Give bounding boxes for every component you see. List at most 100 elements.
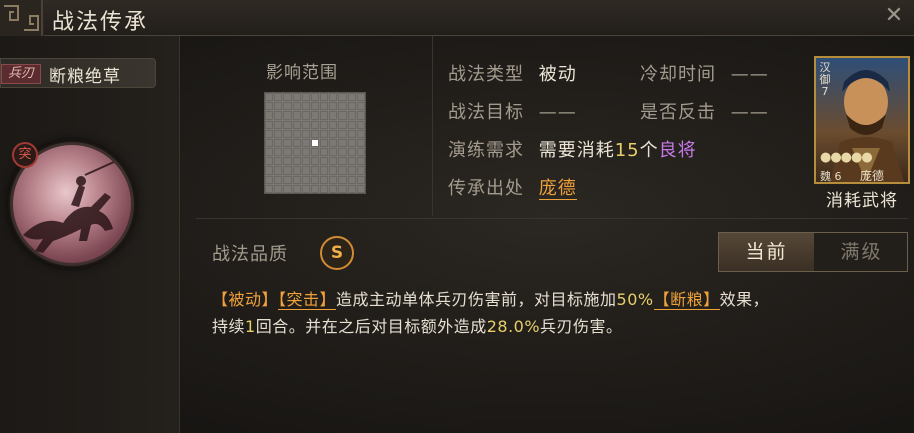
range-cell	[329, 111, 338, 120]
range-cell	[301, 184, 310, 193]
info-row-practice: 演练需求 需要消耗15个良将	[448, 136, 697, 162]
range-cell	[301, 111, 310, 120]
range-cell	[274, 138, 283, 148]
level-toggle: 当前 满级	[718, 232, 908, 272]
range-cell	[265, 111, 274, 120]
range-cell	[347, 102, 356, 111]
range-cell	[320, 157, 329, 166]
divider	[432, 36, 433, 216]
range-cell	[292, 111, 301, 120]
range-cell	[310, 157, 320, 166]
range-cell	[274, 157, 283, 166]
range-cell	[320, 102, 329, 111]
practice-count: 15	[614, 140, 640, 161]
range-cell	[283, 111, 292, 120]
range-cell	[356, 157, 365, 166]
skill-type-tag: 兵刃	[1, 64, 41, 84]
range-cell	[301, 138, 310, 148]
range-cell	[301, 120, 310, 129]
range-cell	[329, 166, 338, 175]
desc-text: 造成主动单体兵刃伤害前，对目标施加	[336, 290, 617, 309]
assault-badge: 突	[12, 142, 38, 168]
desc-tag-assault[interactable]: 【突击】	[278, 290, 337, 310]
range-cell	[329, 175, 338, 184]
hero-faction: 魏	[820, 170, 831, 183]
range-cell	[356, 148, 365, 157]
hero-level-line: 魏 6	[820, 168, 842, 183]
range-cell	[292, 129, 301, 138]
range-cell	[292, 184, 301, 193]
range-cell	[292, 138, 301, 148]
hero-card[interactable]: 汉 御 7 ●●●●● 魏 6 庞德 消耗武将	[814, 56, 910, 211]
range-cell	[292, 148, 301, 157]
quality-grade-badge: S	[320, 236, 354, 270]
divider	[196, 218, 908, 219]
range-cell	[283, 102, 292, 111]
range-cell	[338, 129, 347, 138]
range-cell	[301, 129, 310, 138]
hero-caption: 消耗武将	[826, 191, 898, 211]
close-icon[interactable]: ✕	[880, 2, 908, 30]
info-row-target: 战法目标 ——	[448, 98, 577, 124]
desc-text: 持续	[212, 317, 246, 336]
range-cell	[283, 166, 292, 175]
range-cell	[292, 166, 301, 175]
range-cell	[310, 120, 320, 129]
skill-name-tag: 兵刃 断粮绝草	[0, 58, 156, 88]
range-cell-active	[310, 138, 320, 148]
range-cell	[347, 138, 356, 148]
range-cell	[283, 148, 292, 157]
range-cell	[320, 138, 329, 148]
tab-current[interactable]: 当前	[719, 233, 814, 271]
range-cell	[301, 166, 310, 175]
practice-unit: 个	[639, 140, 659, 161]
range-cell	[265, 148, 274, 157]
skill-type-label: 战法类型	[448, 64, 524, 85]
range-cell	[265, 138, 274, 148]
quality-label: 战法品质	[212, 244, 288, 265]
range-cell	[356, 166, 365, 175]
desc-value: 28.0%	[486, 317, 541, 336]
range-cell	[274, 166, 283, 175]
hero-name: 庞德	[860, 169, 885, 183]
range-cell	[301, 175, 310, 184]
desc-tag-ration[interactable]: 【断粮】	[653, 290, 720, 310]
skill-type-value: 被动	[538, 64, 577, 85]
range-cell	[338, 138, 347, 148]
range-cell	[274, 102, 283, 111]
range-cell	[329, 184, 338, 193]
tab-max-level[interactable]: 满级	[814, 233, 909, 271]
range-cell	[310, 166, 320, 175]
range-cell	[347, 120, 356, 129]
range-cell	[338, 148, 347, 157]
range-cell	[274, 184, 283, 193]
info-row-source: 传承出处 庞德	[448, 174, 577, 200]
range-cell	[283, 120, 292, 129]
range-cell	[274, 93, 283, 102]
range-cell	[265, 157, 274, 166]
range-cell	[301, 148, 310, 157]
range-cell	[329, 102, 338, 111]
range-cell	[338, 166, 347, 175]
range-cell	[265, 102, 274, 111]
range-cell	[292, 175, 301, 184]
range-cell	[356, 129, 365, 138]
range-cell	[338, 175, 347, 184]
range-cell	[274, 175, 283, 184]
hero-camp: 汉 御 7	[818, 62, 832, 98]
range-cell	[283, 129, 292, 138]
range-cell	[347, 157, 356, 166]
source-hero-link[interactable]: 庞德	[538, 178, 577, 200]
range-cell	[338, 157, 347, 166]
target-label: 战法目标	[448, 102, 524, 123]
range-label: 影响范围	[266, 63, 338, 83]
hero-level: 6	[834, 170, 842, 183]
range-cell	[320, 111, 329, 120]
desc-value: 50%	[616, 290, 654, 309]
range-cell	[338, 184, 347, 193]
skill-name: 断粮绝草	[49, 67, 121, 87]
window-header: 战法传承 ✕	[0, 0, 914, 36]
target-value: ——	[538, 102, 577, 123]
range-cell	[274, 120, 283, 129]
range-cell	[320, 166, 329, 175]
